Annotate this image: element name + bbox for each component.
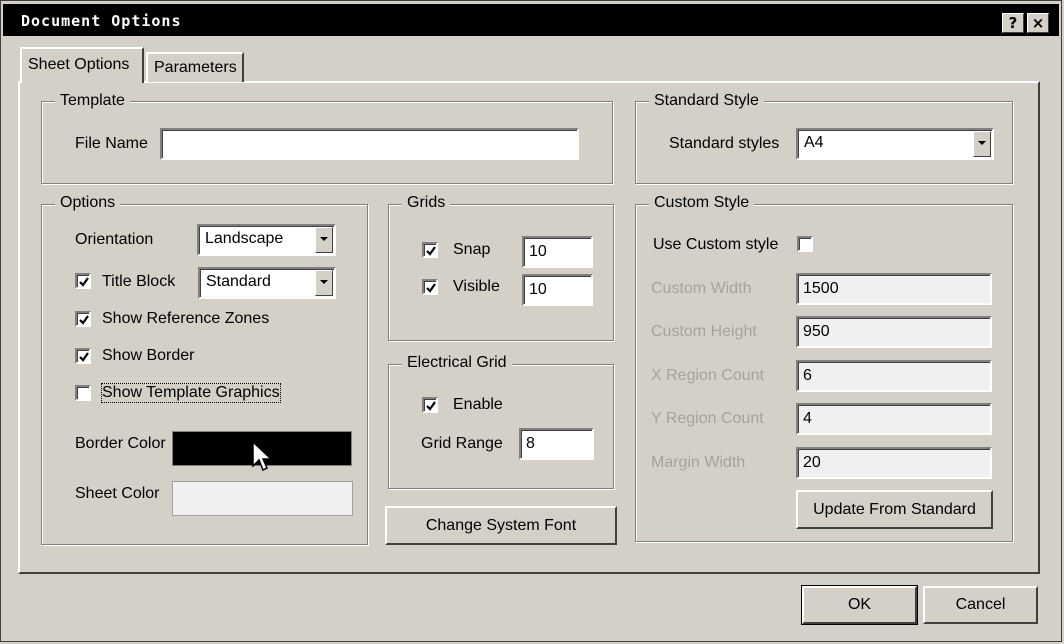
margin-width-input[interactable]: 20 xyxy=(796,447,992,479)
snap-label: Snap xyxy=(453,241,491,258)
use-custom-style-checkbox[interactable] xyxy=(797,236,813,252)
tab-parameters[interactable]: Parameters xyxy=(146,52,244,82)
cancel-button[interactable]: Cancel xyxy=(923,586,1038,624)
grids-group xyxy=(388,204,614,341)
sheet-color-swatch[interactable] xyxy=(172,481,353,516)
orientation-value: Landscape xyxy=(205,230,284,247)
standard-style-group-title: Standard Style xyxy=(649,92,764,110)
update-from-standard-button[interactable]: Update From Standard xyxy=(796,490,993,529)
chevron-down-icon[interactable] xyxy=(315,227,333,253)
tab-parameters-label: Parameters xyxy=(154,59,237,76)
show-border-checkbox[interactable] xyxy=(75,348,91,364)
margin-width-label: Margin Width xyxy=(651,454,746,471)
chevron-down-icon[interactable] xyxy=(973,131,991,157)
grids-group-title: Grids xyxy=(402,194,451,212)
window-title: Document Options xyxy=(21,12,182,30)
orientation-select[interactable]: Landscape xyxy=(197,224,336,256)
checkmark-icon xyxy=(79,277,89,287)
show-reference-zones-checkbox[interactable] xyxy=(75,311,91,327)
snap-input[interactable]: 10 xyxy=(522,236,593,268)
close-button[interactable]: × xyxy=(1027,13,1049,33)
use-custom-style-label: Use Custom style xyxy=(653,236,779,253)
custom-height-input[interactable]: 950 xyxy=(796,316,992,348)
title-block-select[interactable]: Standard xyxy=(198,267,336,299)
x-region-count-input[interactable]: 6 xyxy=(796,360,992,392)
grid-range-input[interactable]: 8 xyxy=(519,428,594,460)
checkmark-icon xyxy=(426,283,436,293)
sheet-color-label: Sheet Color xyxy=(75,485,160,502)
checkmark-icon xyxy=(79,315,89,325)
mouse-pointer-icon xyxy=(252,441,273,472)
visible-label: Visible xyxy=(453,278,500,295)
checkmark-icon xyxy=(426,401,436,411)
grid-range-label: Grid Range xyxy=(421,435,503,452)
custom-width-label: Custom Width xyxy=(651,280,752,297)
visible-checkbox[interactable] xyxy=(422,279,438,295)
update-from-standard-label: Update From Standard xyxy=(813,500,976,518)
ok-button[interactable]: OK xyxy=(802,586,917,624)
enable-checkbox[interactable] xyxy=(422,397,438,413)
document-options-dialog: Document Options ? × Sheet Options Param… xyxy=(0,0,1062,642)
x-region-count-label: X Region Count xyxy=(651,367,764,384)
electrical-grid-group-title: Electrical Grid xyxy=(402,354,512,372)
standard-styles-label: Standard styles xyxy=(669,135,780,152)
y-region-count-label: Y Region Count xyxy=(651,410,764,427)
custom-width-input[interactable]: 1500 xyxy=(796,273,992,305)
change-system-font-label: Change System Font xyxy=(425,516,577,534)
checkmark-icon xyxy=(426,246,436,256)
show-template-graphics-checkbox[interactable] xyxy=(75,385,91,401)
standard-styles-value: A4 xyxy=(804,134,824,151)
orientation-label: Orientation xyxy=(75,231,154,248)
help-button[interactable]: ? xyxy=(1002,13,1024,33)
visible-input[interactable]: 10 xyxy=(522,274,593,306)
title-block-value: Standard xyxy=(206,273,271,290)
enable-label: Enable xyxy=(453,396,503,413)
border-color-label: Border Color xyxy=(75,435,166,452)
show-border-label: Show Border xyxy=(102,347,195,364)
options-group-title: Options xyxy=(55,194,121,212)
tab-sheet-options-label: Sheet Options xyxy=(28,56,130,73)
checkmark-icon xyxy=(79,352,89,362)
ok-label: OK xyxy=(847,596,872,613)
template-group-title: Template xyxy=(55,92,130,110)
y-region-count-input[interactable]: 4 xyxy=(796,403,992,435)
chevron-down-icon[interactable] xyxy=(315,270,333,296)
file-name-label: File Name xyxy=(75,135,148,152)
custom-height-label: Custom Height xyxy=(651,323,757,340)
title-block-label: Title Block xyxy=(102,273,176,290)
title-bar[interactable]: Document Options ? × xyxy=(3,4,1059,36)
custom-style-group-title: Custom Style xyxy=(649,194,755,212)
show-reference-zones-label: Show Reference Zones xyxy=(102,310,270,327)
cancel-label: Cancel xyxy=(955,596,1006,613)
electrical-grid-group xyxy=(388,364,614,489)
title-block-checkbox[interactable] xyxy=(75,273,91,289)
standard-styles-select[interactable]: A4 xyxy=(796,128,994,160)
tab-sheet-options[interactable]: Sheet Options xyxy=(20,47,144,83)
snap-checkbox[interactable] xyxy=(422,242,438,258)
change-system-font-button[interactable]: Change System Font xyxy=(385,506,617,545)
file-name-input[interactable] xyxy=(160,128,579,160)
show-template-graphics-label: Show Template Graphics xyxy=(101,383,281,403)
